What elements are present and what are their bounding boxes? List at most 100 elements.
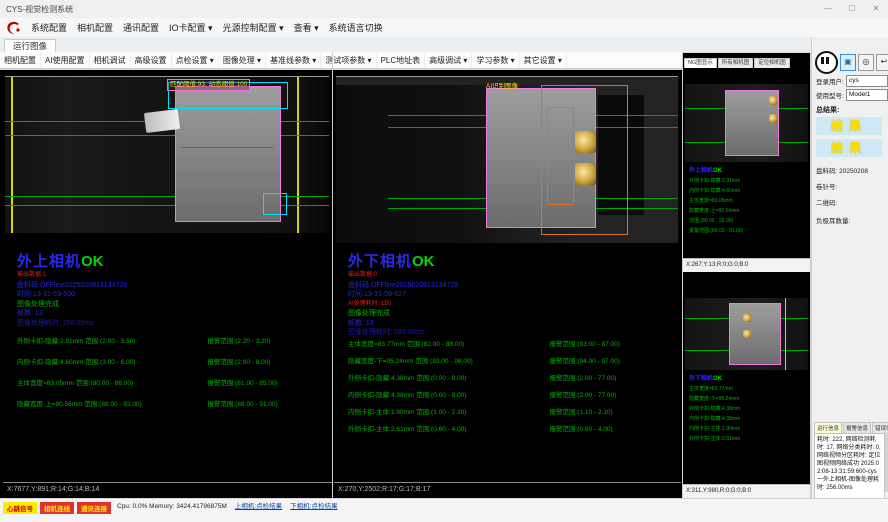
gold-tab-highlight <box>743 314 751 322</box>
tool-baseline-params[interactable]: 基准线参数 ▾ <box>266 53 321 68</box>
gold-tab-highlight <box>575 131 596 153</box>
thumb-camera-title: 外上相机 <box>689 168 713 174</box>
measurement-row: 主体宽度=83.05mm 范围:(80.00 - 86.00) 报警范围:(81… <box>17 377 324 387</box>
measurement-row: 外侧卡扣-隐藏:2.91mm 范围:(2.00 - 3.50) 报警范围:(2.… <box>17 335 324 345</box>
thumbnail-lower[interactable]: 外下相机OK 主体宽度=83.77mm 隐藏宽度-下=95.24mm 外侧卡扣-… <box>683 272 810 498</box>
tab-strip: 运行图像 <box>0 37 811 53</box>
target-button[interactable]: ◎ <box>858 54 874 71</box>
output-signal: 输出数据:0 <box>348 271 458 281</box>
right-sidebar: ▣ ◎ ↩ 登录用户: cys 使用型号: Model1 总结果: 结果 结果 … <box>811 37 888 498</box>
frame-count: 帧数: 13 <box>348 319 458 329</box>
tab-all-cameras[interactable]: 所有相机图 <box>718 58 754 68</box>
tool-camera-config[interactable]: 相机配置 <box>0 53 41 68</box>
model-input[interactable]: Model1 <box>846 89 888 101</box>
toolbar: 相机配置 AI使用配置 相机调试 高级设置 点检设置 ▾ 图像处理 ▾ 基准线参… <box>0 52 683 69</box>
gold-tab-highlight <box>743 330 751 338</box>
alarm-range: 报警范围:(83.00 - 87.00) <box>550 338 620 348</box>
pause-button[interactable] <box>815 51 838 74</box>
alarm-range: 报警范围:(89.00 - 91.00) <box>207 398 277 408</box>
minimize-icon[interactable]: — <box>820 2 836 15</box>
green-measure-line <box>181 147 273 148</box>
alarm-range: 报警范围:(0.60 - 4.00) <box>550 423 613 433</box>
measurement-value: 主体宽度=83.05mm 范围:(80.00 - 86.00) <box>17 377 207 387</box>
menu-camera-config[interactable]: 相机配置 <box>72 19 118 37</box>
pixel-coordinates-lower: X:270,Y:2502;R:17;G:17;B:17 <box>334 482 681 498</box>
measurement-value: 隐藏宽度-上=90.56mm 范围:(88.00 - 92.00) <box>17 398 207 408</box>
tab-alarm-info[interactable]: 报警信息 <box>843 422 871 433</box>
login-user-input[interactable]: cys <box>846 75 888 87</box>
part-connector <box>144 109 180 133</box>
thumb-line: 主体宽度=83.77mm <box>689 384 740 394</box>
sidebar-buttons: ▣ ◎ ↩ <box>815 51 888 74</box>
tool-advanced-debug[interactable]: 高级调试 ▾ <box>425 53 472 68</box>
exit-button[interactable]: ↩ <box>876 54 888 71</box>
measurement-value: 内侧卡扣-隐藏:4.38mm 范围:(0.00 - 9.00) <box>348 389 550 399</box>
measurement-row: 内侧卡扣-隐藏:4.38mm 范围:(0.00 - 9.00) 报警范围:(2.… <box>348 389 673 399</box>
tab-ng-image[interactable]: NG图显示 <box>684 58 717 68</box>
measurement-value: 内侧卡扣-主体:1.90mm 范围:(1.00 - 2.20) <box>348 406 550 416</box>
divider <box>332 52 333 498</box>
alarm-range: 报警范围:(2.00 - 8.00) <box>207 356 270 366</box>
thumb-line: 外侧卡扣-主体:2.61mm <box>689 434 740 444</box>
gold-tab-highlight <box>575 163 596 185</box>
result-box-lower: 结果 <box>816 139 882 157</box>
tool-advanced-settings[interactable]: 高级设置 <box>131 53 172 68</box>
tool-ai-config[interactable]: AI使用配置 <box>41 53 90 68</box>
cpu-memory-text: Cpu: 0.0% Memory: 3424.41796875M <box>117 502 227 512</box>
thumbnail-upper[interactable]: 外上相机OK 外侧卡扣-隐藏:2.91mm 内侧卡扣-隐藏:4.60mm 主体宽… <box>683 70 810 272</box>
menu-language[interactable]: 系统语言切换 <box>324 19 388 37</box>
upper-camera-check-link[interactable]: 上相机:点检结果 <box>235 502 282 512</box>
window-title: CYS-视觉检测系统 <box>6 4 73 15</box>
measurement-value: 外侧卡扣-隐藏:2.91mm 范围:(2.00 - 3.50) <box>17 335 207 345</box>
tab-run-info[interactable]: 运行信息 <box>814 422 842 433</box>
alarm-range: 报警范围:(1.10 - 2.10) <box>550 406 613 416</box>
tool-spotcheck-settings[interactable]: 点检设置 ▾ <box>172 53 219 68</box>
camera-image-upper[interactable]: 匹配阈值:93, 动态阈值:100 <box>5 76 329 233</box>
alarm-range: 报警范围:(81.00 - 85.00) <box>207 377 277 387</box>
camera-capture-button[interactable]: ▣ <box>840 54 856 71</box>
log-text[interactable]: 耗时: 222, 网络检测耗时: 17, 网络分类耗时: 0, 网络视频分区耗时… <box>814 433 885 501</box>
window-controls: — ☐ ✕ <box>820 2 884 15</box>
menu-view[interactable]: 查看 ▾ <box>289 19 324 37</box>
thumbnail-tabs: NG图显示 所有相机图 定位相机图 <box>684 54 791 68</box>
thumbnail-image-lower[interactable] <box>685 298 808 370</box>
sidebar-barcode-line: 盘料码: 20250208 <box>816 165 868 175</box>
measurement-row: 外侧卡扣-隐藏:4.38mm 范围:(0.00 - 9.00) 报警范围:(2.… <box>348 372 673 382</box>
camera-panel-upper[interactable]: 匹配阈值:93, 动态阈值:100 外上相机OK 输出数据:1 盘料码:OFFl… <box>3 70 332 498</box>
barcode-line: 盘料码:OFFline2025020813134728 <box>17 281 127 291</box>
lower-camera-check-link[interactable]: 下相机:点检结果 <box>290 502 337 512</box>
log-panel: 运行信息 报警信息 错误信息 耗时: 222, 网络检测耗时: 17, 网络分类… <box>814 422 885 496</box>
qr-code-label: 二维码: <box>816 197 837 207</box>
tab-run-image[interactable]: 运行图像 <box>4 39 56 53</box>
tool-image-processing[interactable]: 图像处理 ▾ <box>219 53 266 68</box>
menu-io-config[interactable]: IO卡配置 ▾ <box>164 19 218 37</box>
measurement-row: 主体宽度=83.77mm 范围:(82.00 - 88.00) 报警范围:(83… <box>348 338 673 348</box>
tool-plc-address[interactable]: PLC地址表 <box>377 53 426 68</box>
result-box-upper: 结果 <box>816 117 882 135</box>
needle-number-label: 卷针号: <box>816 181 837 191</box>
measurement-value: 主体宽度=83.77mm 范围:(82.00 - 88.00) <box>348 338 550 348</box>
elapsed-time: 图像处理耗时: 183.00ms <box>348 328 458 338</box>
tab-locate-camera[interactable]: 定位相机图 <box>754 58 790 68</box>
menu-comm-config[interactable]: 通讯配置 <box>118 19 164 37</box>
measurement-row: 隐藏宽度-上=90.56mm 范围:(88.00 - 92.00) 报警范围:(… <box>17 398 324 408</box>
gold-tab-highlight <box>769 114 777 123</box>
menu-light-config[interactable]: 光源控制配置 ▾ <box>218 19 289 37</box>
menu-system-config[interactable]: 系统配置 <box>26 19 72 37</box>
tool-camera-debug[interactable]: 相机调试 <box>90 53 131 68</box>
maximize-icon[interactable]: ☐ <box>844 2 860 15</box>
close-icon[interactable]: ✕ <box>868 2 884 15</box>
thumb-line: 报警范围:(89.00 - 91.00) <box>689 226 743 236</box>
comm-connection-badge: 通讯连接 <box>77 502 111 514</box>
tool-other-settings[interactable]: 其它设置 ▾ <box>520 53 567 68</box>
alarm-range: 报警范围:(2.20 - 3.20) <box>207 335 270 345</box>
camera-panel-lower[interactable]: AI识别图像 外下相机OK 输出数据:0 盘料码:OFFline20250208… <box>334 70 681 498</box>
thumbnail-image-upper[interactable] <box>685 84 808 162</box>
tool-test-params[interactable]: 测试项参数 ▾ <box>321 53 376 68</box>
tool-learning-params[interactable]: 学习参数 ▾ <box>472 53 519 68</box>
thumb-line: 范围:(88.00 - 92.00) <box>689 216 743 226</box>
thumb-camera-title: 外下相机 <box>689 376 713 382</box>
measurement-value: 隐藏宽度-下=95.24mm 范围:(93.00 - 98.00) <box>348 355 550 365</box>
camera-image-lower[interactable]: AI识别图像 <box>336 76 678 243</box>
model-label: 使用型号: <box>816 90 846 100</box>
